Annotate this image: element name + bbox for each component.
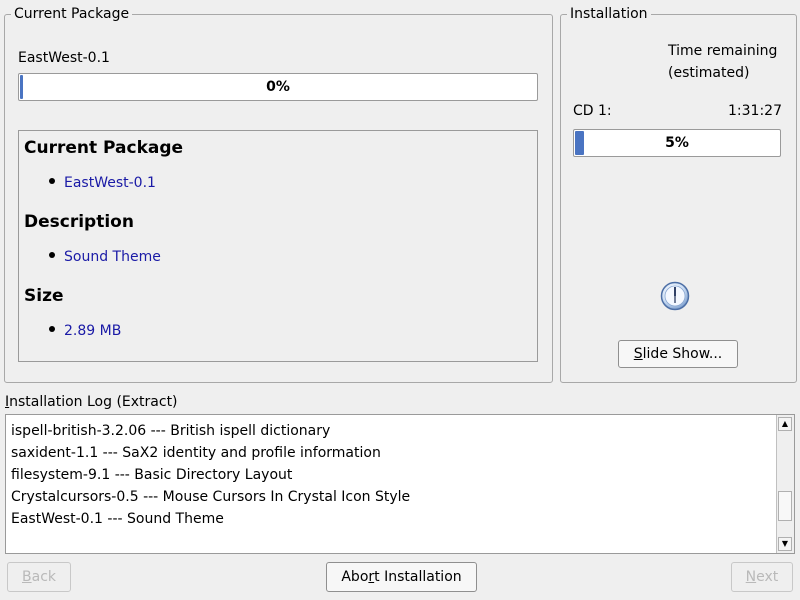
abort-label-start: Abo [341, 569, 369, 585]
partial-line-above [11, 415, 381, 416]
time-remaining-line1: Time remaining [668, 43, 778, 59]
installation-log-label-text: nstallation Log (Extract) [9, 394, 178, 410]
slide-show-label: lide Show... [642, 346, 723, 362]
abort-label-end: t Installation [374, 569, 462, 585]
current-package-value-text: EastWest-0.1 [64, 175, 156, 191]
time-remaining-line2: (estimated) [668, 65, 750, 81]
installation-group-title: Installation [567, 6, 651, 22]
current-package-value: EastWest-0.1 [49, 175, 156, 191]
current-package-heading: Current Package [24, 138, 184, 158]
log-line: filesystem-9.1 --- Basic Directory Layou… [11, 467, 293, 483]
log-scrollbar[interactable]: ▲ ▼ [776, 415, 794, 553]
installation-log-label: Installation Log (Extract) [5, 394, 178, 410]
size-value: 2.89 MB [49, 323, 121, 339]
time-remaining-label: Time remaining (estimated) [668, 40, 777, 84]
back-mnemonic: B [22, 569, 32, 585]
cd-time: 1:31:27 [728, 103, 782, 119]
slide-show-button[interactable]: Slide Show... [618, 340, 738, 368]
clock-icon [660, 281, 690, 311]
cd-progress-bar: 5% [573, 129, 781, 157]
log-line: ispell-british-3.2.06 --- British ispell… [11, 423, 331, 439]
cd-label: CD 1: [573, 103, 612, 119]
bullet-icon [49, 326, 55, 332]
installation-group: Installation Time remaining (estimated) … [560, 6, 797, 383]
next-mnemonic: N [745, 569, 757, 585]
size-value-text: 2.89 MB [64, 323, 122, 339]
bullet-icon [49, 178, 55, 184]
back-button[interactable]: Back [7, 562, 71, 592]
back-label: ack [31, 569, 56, 585]
log-line: saxident-1.1 --- SaX2 identity and profi… [11, 445, 381, 461]
current-package-group-title: Current Package [11, 6, 133, 22]
slide-show-mnemonic: S [633, 346, 643, 362]
current-package-group: Current Package EastWest-0.1 0% Current … [4, 6, 553, 383]
log-line: Crystalcursors-0.5 --- Mouse Cursors In … [11, 489, 411, 505]
scrollbar-thumb[interactable] [778, 491, 792, 521]
package-progress-label: 0% [266, 79, 290, 95]
scroll-up-icon[interactable]: ▲ [778, 417, 792, 431]
description-value: Sound Theme [49, 249, 161, 265]
scroll-down-icon[interactable]: ▼ [778, 537, 792, 551]
installation-log-textarea[interactable]: ispell-british-3.2.06 --- British ispell… [5, 414, 795, 554]
next-label: ext [756, 569, 779, 585]
abort-installation-button[interactable]: Abort Installation [326, 562, 477, 592]
next-button[interactable]: Next [731, 562, 793, 592]
package-progress-bar: 0% [18, 73, 538, 101]
bullet-icon [49, 252, 55, 258]
package-name-label: EastWest-0.1 [18, 50, 110, 66]
description-heading: Description [24, 212, 134, 232]
cd-progress-label: 5% [665, 135, 689, 151]
package-details-box: Current Package EastWest-0.1 Description… [18, 130, 538, 362]
size-heading: Size [24, 286, 64, 306]
log-line: EastWest-0.1 --- Sound Theme [11, 511, 224, 527]
description-value-text: Sound Theme [64, 249, 161, 265]
